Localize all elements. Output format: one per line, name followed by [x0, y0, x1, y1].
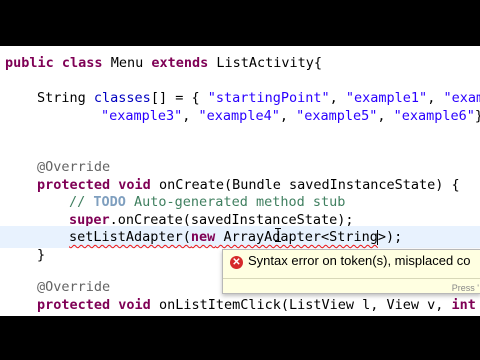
- syntax-error-tooltip: ✕ Syntax error on token(s), misplaced co…: [222, 249, 480, 294]
- code-line-class-decl: public class Menu extends ListActivity{: [5, 55, 323, 71]
- code-line-classes-array-cont: "example3", "example4", "example5", "exa…: [101, 108, 480, 124]
- code-line-onlistitemclick-decl: protected void onListItemClick(ListView …: [37, 297, 476, 313]
- error-icon: ✕: [230, 256, 243, 269]
- tooltip-footer: Press ': [223, 278, 480, 293]
- i-beam-cursor-icon: [275, 228, 281, 242]
- tooltip-hint: Press ': [451, 283, 479, 293]
- error-message: Syntax error on token(s), misplaced co: [248, 253, 471, 268]
- syntax-error-squiggle: setListAdapter(new ArrayAdapter<String: [69, 229, 378, 245]
